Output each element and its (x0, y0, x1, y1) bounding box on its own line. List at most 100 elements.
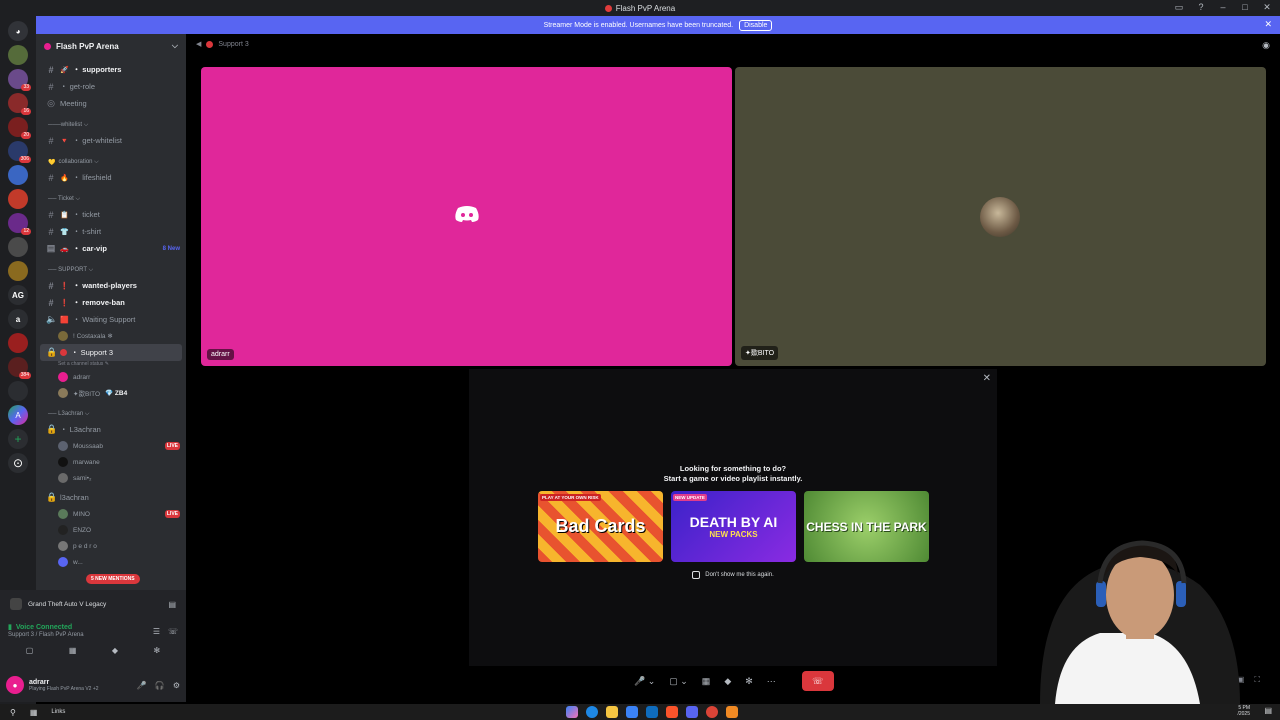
game-card-bad-cards[interactable]: PLAY AT YOUR OWN RISK Bad Cards (538, 491, 663, 562)
server-icon[interactable] (8, 45, 28, 65)
category-collaboration[interactable]: 💛 collaboration ⌵ (36, 149, 186, 169)
screen-share-icon[interactable]: ▦ (69, 646, 77, 655)
disconnect-button[interactable]: ☏ (801, 671, 834, 691)
category-whitelist[interactable]: ───whitelist ⌵ (36, 112, 186, 132)
channel-car-vip[interactable]: ▤ 🚗 ・ car-vip 8 New (36, 240, 186, 257)
voice-member[interactable]: marwane (36, 454, 186, 470)
task-view-icon[interactable]: ▦ (30, 708, 38, 717)
channel-t-shirt[interactable]: # 👕 ・ t-shirt (36, 223, 186, 240)
copilot-icon[interactable] (566, 706, 578, 718)
taskbar-links[interactable]: Links (51, 709, 65, 715)
help-icon[interactable]: ? (1194, 2, 1208, 13)
category-ticket[interactable]: ── Ticket ⌵ (36, 186, 186, 206)
server-icon[interactable]: A (8, 405, 28, 425)
minimize-button[interactable]: – (1216, 2, 1230, 13)
server-icon[interactable]: AG (8, 285, 28, 305)
channel-l3achran-2[interactable]: 🔒 l3achran (36, 489, 186, 506)
chrome-icon[interactable] (706, 706, 718, 718)
headphones-icon[interactable]: 🎧 (155, 681, 165, 690)
add-server-icon[interactable]: + (8, 429, 28, 449)
channel-get-whitelist[interactable]: # 🔻 ・ get-whitelist (36, 132, 186, 149)
server-icon[interactable]: 12 (8, 213, 31, 235)
server-icon[interactable]: 33 (8, 69, 31, 91)
activity-icon[interactable]: ◆ (112, 646, 118, 655)
server-icon[interactable] (8, 381, 28, 401)
banner-close-icon[interactable]: ✕ (1264, 19, 1272, 30)
home-button[interactable]: ◕ (8, 21, 28, 41)
noise-suppression-icon[interactable]: ☰ (153, 627, 160, 636)
dont-show-again[interactable]: Don't show me this again. (469, 571, 997, 579)
channel-remove-ban[interactable]: # ❗ ・ remove-ban (36, 294, 186, 311)
server-icon[interactable] (8, 261, 28, 281)
game-activity[interactable]: Grand Theft Auto V Legacy ▤ (0, 590, 186, 618)
category-support[interactable]: ── SUPPORT ⌵ (36, 257, 186, 277)
edge-icon[interactable] (586, 706, 598, 718)
category-l3achran[interactable]: ── L3achran ⌵ (36, 401, 186, 421)
server-icon[interactable]: 384 (8, 357, 31, 379)
server-icon[interactable] (8, 189, 28, 209)
server-icon[interactable]: 306 (8, 141, 31, 163)
channel-support-3[interactable]: 🔒 ・ Support 3 (40, 344, 182, 361)
channel-lifeshield[interactable]: # 🔥 ・ lifeshield (36, 169, 186, 186)
voice-member[interactable]: p e d r o (36, 538, 186, 554)
channel-l3achran[interactable]: 🔒 ・ L3achran (36, 421, 186, 438)
microphone-icon[interactable]: 🎤 ⌄ (634, 676, 655, 687)
camera-icon[interactable]: ▢ ⌄ (669, 676, 688, 687)
soundboard-icon[interactable]: ✻ (745, 676, 753, 687)
brave-icon[interactable] (666, 706, 678, 718)
game-card-chess-in-the-park[interactable]: CHESS IN THE PARK (804, 491, 929, 562)
close-button[interactable]: ✕ (1260, 2, 1274, 13)
channel-status[interactable]: Set a channel status ✎ (36, 361, 186, 369)
channel-get-role[interactable]: # ・ get-role (36, 78, 186, 95)
more-icon[interactable]: ⋯ (767, 676, 776, 687)
server-icon[interactable]: 16 (8, 93, 31, 115)
discord-icon[interactable] (686, 706, 698, 718)
voice-member[interactable]: adrarr (36, 369, 186, 385)
inbox-icon[interactable]: ▭ (1172, 2, 1186, 13)
notification-icon[interactable]: ▤ (1264, 706, 1272, 715)
voice-member[interactable]: sami•₂ (36, 470, 186, 486)
gear-icon[interactable]: ⚙ (173, 681, 180, 690)
maximize-button[interactable]: □ (1238, 2, 1252, 13)
screen-share-icon[interactable]: ▤ (168, 600, 176, 609)
microphone-icon[interactable]: 🎤 (137, 681, 147, 690)
channel-wanted-players[interactable]: # ❗ ・ wanted-players (36, 277, 186, 294)
disconnect-icon[interactable]: ☏ (168, 627, 178, 636)
voice-member[interactable]: ! Costaxala ❄ (36, 328, 186, 344)
voice-member[interactable]: w... (36, 554, 186, 570)
voice-member[interactable]: ✦欼BITO 💎 ZB4 (36, 385, 186, 401)
avatar[interactable]: ● (6, 676, 24, 694)
server-icon[interactable]: 20 (8, 117, 31, 139)
channel-supporters[interactable]: # 🚀 ・ supporters (36, 61, 186, 78)
search-icon[interactable]: ⚲ (10, 708, 16, 717)
voice-member[interactable]: MINO LIVE (36, 506, 186, 522)
folder-icon[interactable] (606, 706, 618, 718)
soundboard-icon[interactable]: ✻ (154, 646, 161, 655)
server-icon[interactable] (8, 333, 28, 353)
voice-member[interactable]: ENZO (36, 522, 186, 538)
app-icon[interactable] (726, 706, 738, 718)
new-mentions-pill[interactable]: 5 NEW MENTIONS (86, 574, 140, 584)
screen-share-icon[interactable]: ▦ (702, 676, 711, 687)
disable-streamer-button[interactable]: Disable (739, 19, 773, 31)
store-icon[interactable] (626, 706, 638, 718)
fullscreen-icon[interactable]: ⛶ (1254, 675, 1260, 685)
discover-icon[interactable]: ⊙ (8, 453, 28, 473)
camera-off-icon[interactable]: ▢ (26, 646, 34, 655)
clock[interactable]: 5 PM /2025 (1237, 705, 1250, 717)
participant-tile-adrarr[interactable]: adrarr (201, 67, 732, 366)
channel-waiting-support[interactable]: 🔈 🟥 ・ Waiting Support (36, 311, 186, 328)
server-icon[interactable]: a (8, 309, 28, 329)
chat-bubble-icon[interactable]: ◉ (1262, 40, 1270, 51)
outlook-icon[interactable] (646, 706, 658, 718)
close-icon[interactable]: ✕ (983, 373, 991, 384)
game-card-death-by-ai[interactable]: NEW UPDATE DEATH BY AI NEW PACKS (671, 491, 796, 562)
participant-tile-bito[interactable]: ✦欼BITO (735, 67, 1266, 366)
dont-show-checkbox[interactable] (692, 571, 701, 579)
voice-member[interactable]: Moussaab LIVE (36, 438, 186, 454)
channel-ticket[interactable]: # 📋 ・ ticket (36, 206, 186, 223)
server-icon[interactable] (8, 237, 28, 257)
activity-icon[interactable]: ◆ (724, 676, 731, 687)
channel-meeting[interactable]: ◎ Meeting (36, 95, 186, 112)
user-info[interactable]: adrarr Playing Flash PvP Arena V2 +2 (29, 679, 99, 692)
